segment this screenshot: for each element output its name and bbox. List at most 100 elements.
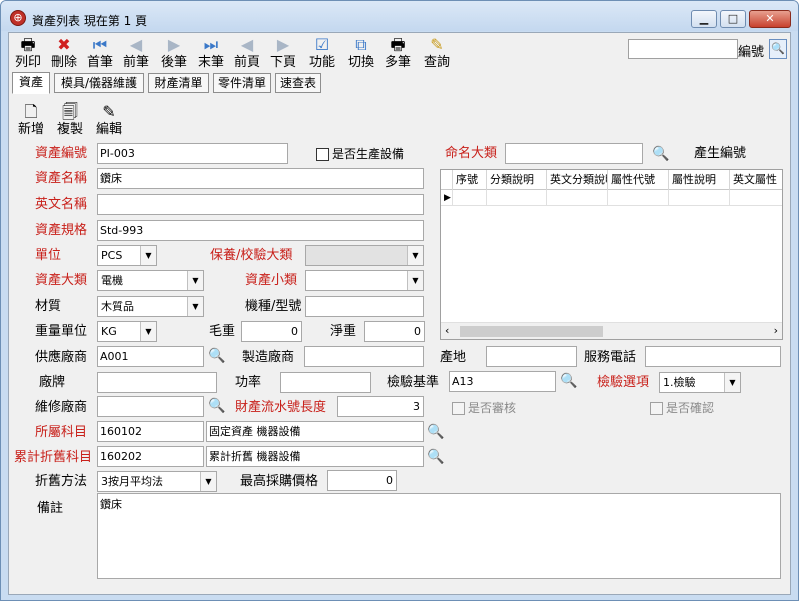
search-button[interactable]: 🔍 <box>769 39 787 59</box>
chevron-down-icon[interactable]: ▼ <box>140 246 156 265</box>
account-name-field[interactable]: 固定資產 機器設備 <box>206 421 424 442</box>
remarks-field[interactable]: 鑽床 <box>97 493 781 579</box>
net-weight-field[interactable]: 0 <box>364 321 425 342</box>
tab-parts-list[interactable]: 零件清單 <box>213 73 271 93</box>
account-code-field[interactable]: 160102 <box>97 421 204 442</box>
prev-page-button[interactable]: ◀ 前頁 <box>231 35 263 73</box>
maint-category-select[interactable]: ▼ <box>305 245 424 266</box>
new-button[interactable]: 🗋 新增 <box>16 101 46 139</box>
next-page-button[interactable]: ▶ 下頁 <box>267 35 299 73</box>
grid-col-english-category[interactable]: 英文分類說明 <box>547 170 608 190</box>
inspection-lookup-icon[interactable]: 🔍 <box>559 371 579 391</box>
grid-col-english-attr[interactable]: 英文屬性 <box>730 170 782 190</box>
maximize-button[interactable]: □ <box>720 10 746 28</box>
asset-no-label: 資產編號 <box>35 146 88 161</box>
grid-col-attr-desc[interactable]: 屬性說明 <box>669 170 730 190</box>
power-field[interactable] <box>280 372 371 393</box>
next-record-button[interactable]: ▶ 後筆 <box>158 35 190 73</box>
table-cell <box>441 190 453 206</box>
delete-button[interactable]: ✖ 刪除 <box>48 35 80 73</box>
switch-button[interactable]: ⧉ 切換 <box>344 35 378 73</box>
edit-button[interactable]: ✎ 編輯 <box>94 101 124 139</box>
is-reviewed-checkbox[interactable] <box>452 402 465 415</box>
repair-vendor-label: 維修廠商 <box>35 400 88 415</box>
generate-number-button[interactable]: 產生編號 <box>694 145 746 163</box>
scroll-left-icon[interactable]: ‹ <box>445 324 449 337</box>
tab-property-list[interactable]: 財產清單 <box>148 73 209 93</box>
is-production-checkbox[interactable] <box>316 148 329 161</box>
print-button[interactable]: 🖶 列印 <box>12 35 44 73</box>
chevron-down-icon[interactable]: ▼ <box>200 472 216 491</box>
grid-col-attr-code[interactable]: 屬性代號 <box>608 170 669 190</box>
depr-account-label: 累計折舊科目 <box>14 450 93 465</box>
first-record-button[interactable]: ⏮ 首筆 <box>84 35 116 73</box>
weight-unit-select[interactable]: KG ▼ <box>97 321 157 342</box>
chevron-down-icon[interactable]: ▼ <box>407 271 423 290</box>
depreciation-method-select[interactable]: 3按月平均法 ▼ <box>97 471 217 492</box>
brand-field[interactable] <box>97 372 217 393</box>
grid-col-seq[interactable]: 序號 <box>453 170 487 190</box>
query-button[interactable]: ✎ 查詢 <box>420 35 454 73</box>
table-cell[interactable] <box>453 190 487 206</box>
supplier-field[interactable]: A001 <box>97 346 204 367</box>
title-bar[interactable]: ⊕ 資產列表 現在第 1 頁 ▁ □ ✕ <box>1 1 798 31</box>
asset-no-field[interactable]: PI-003 <box>97 143 288 164</box>
serial-length-field[interactable]: 3 <box>337 396 424 417</box>
gross-weight-field[interactable]: 0 <box>241 321 302 342</box>
function-button[interactable]: ☑ 功能 <box>305 35 339 73</box>
inspection-option-select[interactable]: 1.檢驗 ▼ <box>659 372 741 393</box>
service-phone-field[interactable] <box>645 346 781 367</box>
chevron-down-icon[interactable]: ▼ <box>140 322 156 341</box>
account-lookup-icon[interactable]: 🔍 <box>426 422 446 442</box>
scroll-right-icon[interactable]: › <box>774 324 778 337</box>
tab-asset[interactable]: 資產 <box>12 72 50 94</box>
naming-category-field[interactable] <box>505 143 643 164</box>
tab-mold-instrument[interactable]: 模具/儀器維護 <box>54 73 144 93</box>
max-price-field[interactable]: 0 <box>327 470 397 491</box>
inspection-standard-field[interactable]: A13 <box>449 371 556 392</box>
material-select[interactable]: 木質品 ▼ <box>97 296 204 317</box>
table-cell[interactable] <box>608 190 669 206</box>
chevron-down-icon[interactable]: ▼ <box>187 297 203 316</box>
chevron-down-icon[interactable]: ▼ <box>407 246 423 265</box>
spec-field[interactable]: Std-993 <box>97 220 424 241</box>
minimize-button[interactable]: ▁ <box>691 10 717 28</box>
grid-col-category-desc[interactable]: 分類說明 <box>487 170 547 190</box>
scroll-thumb[interactable] <box>460 326 603 337</box>
depreciation-method-label: 折舊方法 <box>35 474 88 489</box>
model-field[interactable] <box>305 296 424 317</box>
naming-grid[interactable]: 序號 分類說明 英文分類說明 屬性代號 屬性說明 英文屬性 ▶ ‹ › <box>440 169 783 340</box>
last-record-button[interactable]: ⏭ 末筆 <box>195 35 227 73</box>
prev-record-button[interactable]: ◀ 前筆 <box>120 35 152 73</box>
chevron-down-icon[interactable]: ▼ <box>724 373 740 392</box>
origin-field[interactable] <box>486 346 577 367</box>
close-button[interactable]: ✕ <box>749 10 791 28</box>
asset-category-select[interactable]: 電機 ▼ <box>97 270 204 291</box>
depr-account-name-field[interactable]: 累計折舊 機器設備 <box>206 446 424 467</box>
depr-account-lookup-icon[interactable]: 🔍 <box>426 447 446 467</box>
table-cell[interactable] <box>487 190 547 206</box>
supplier-lookup-icon[interactable]: 🔍 <box>207 346 227 366</box>
inspection-option-label: 檢驗選項 <box>597 375 650 390</box>
manufacturer-field[interactable] <box>304 346 424 367</box>
depr-account-code-field[interactable]: 160202 <box>97 446 204 467</box>
multi-record-button[interactable]: 🖶 多筆 <box>381 35 415 73</box>
unit-select[interactable]: PCS ▼ <box>97 245 157 266</box>
search-input[interactable] <box>628 39 738 59</box>
horizontal-scrollbar[interactable]: ‹ › <box>441 322 782 339</box>
table-cell[interactable] <box>547 190 608 206</box>
repair-vendor-field[interactable] <box>97 396 204 417</box>
repair-vendor-lookup-icon[interactable]: 🔍 <box>207 396 227 416</box>
table-cell[interactable] <box>669 190 730 206</box>
weight-unit-label: 重量單位 <box>35 324 88 339</box>
page-left-icon: ◀ <box>240 35 254 54</box>
chevron-down-icon[interactable]: ▼ <box>187 271 203 290</box>
asset-name-field[interactable]: 鑽床 <box>97 168 424 189</box>
tab-quick-lookup[interactable]: 速查表 <box>275 73 321 93</box>
table-row[interactable]: ▶ <box>441 190 782 206</box>
asset-subcategory-select[interactable]: ▼ <box>305 270 424 291</box>
english-name-field[interactable] <box>97 194 424 215</box>
is-confirmed-checkbox[interactable] <box>650 402 663 415</box>
magnifier-icon[interactable]: 🔍 <box>651 144 671 164</box>
copy-button[interactable]: 🗐 複製 <box>55 101 85 139</box>
